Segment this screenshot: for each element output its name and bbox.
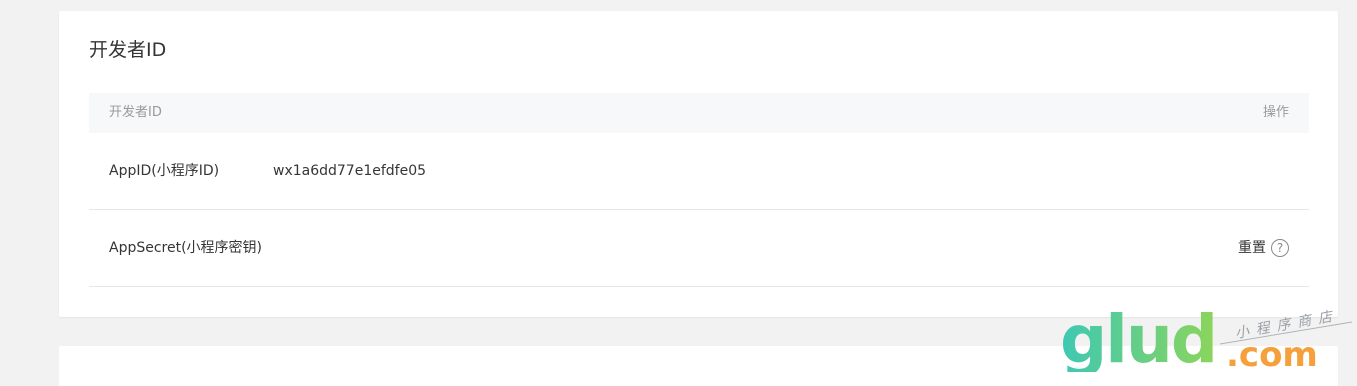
column-header-id: 开发者ID [109, 105, 162, 120]
table-header: 开发者ID 操作 [89, 93, 1309, 133]
developer-id-card: 开发者ID 开发者ID 操作 AppID(小程序ID) wx1a6dd77e1e… [59, 11, 1338, 317]
appsecret-action: 重置 ? [1238, 210, 1289, 286]
question-mark-icon[interactable]: ? [1271, 239, 1289, 257]
card-title: 开发者ID [89, 39, 167, 61]
developer-id-table: 开发者ID 操作 AppID(小程序ID) wx1a6dd77e1efdfe05… [89, 93, 1309, 287]
appid-label: AppID(小程序ID) [109, 163, 220, 179]
table-row-appid: AppID(小程序ID) wx1a6dd77e1efdfe05 [89, 133, 1309, 210]
watermark-logo: glud .com 小程序商店 [1060, 301, 1353, 372]
reset-button[interactable]: 重置 [1238, 210, 1266, 286]
table-row-appsecret: AppSecret(小程序密钥) 重置 ? [89, 210, 1309, 287]
appsecret-label: AppSecret(小程序密钥) [109, 240, 263, 256]
watermark-brand: glud [1060, 301, 1216, 372]
column-header-action: 操作 [1262, 105, 1289, 120]
appid-value: wx1a6dd77e1efdfe05 [273, 163, 427, 179]
